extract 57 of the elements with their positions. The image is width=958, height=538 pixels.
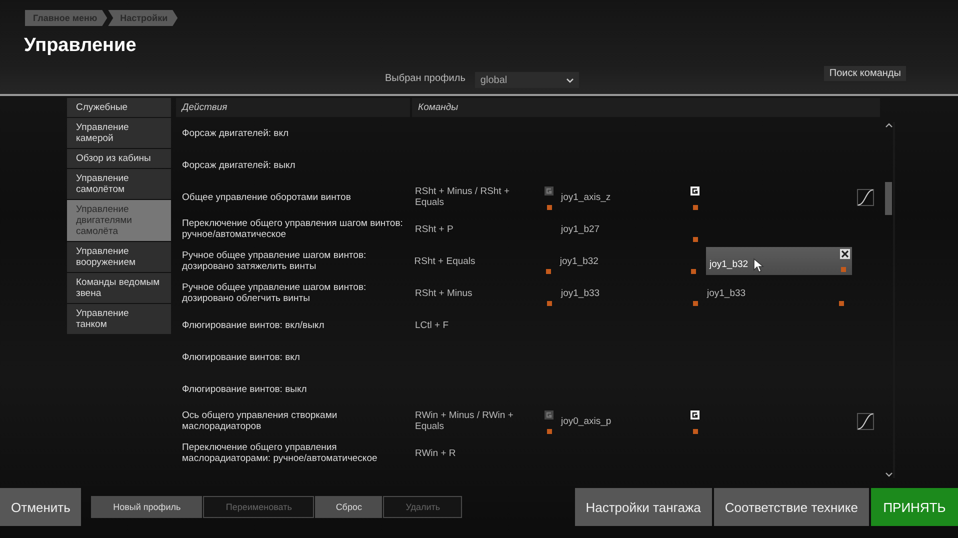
close-button[interactable] <box>840 249 850 259</box>
column-header: Действия <box>176 98 410 117</box>
close-icon <box>840 249 850 259</box>
binding-text[interactable]: RWin + R <box>415 448 456 458</box>
sidebar-item[interactable]: Управление камерой <box>67 118 171 148</box>
search-command-button[interactable]: Поиск команды <box>824 66 906 80</box>
binding-field[interactable]: joy1_b32 <box>706 247 852 275</box>
footer-button[interactable]: Отменить <box>0 488 82 526</box>
sidebar-item[interactable]: Управление танком <box>67 304 171 334</box>
action-label: Форсаж двигателей: выкл <box>181 158 296 172</box>
footer-button[interactable]: Настройки тангажа <box>574 488 712 526</box>
toggle-icon[interactable] <box>544 186 554 196</box>
footer-button[interactable]: Соответствие технике <box>714 488 869 526</box>
binding-text[interactable]: RWin + Minus / RWin + Equals <box>415 410 540 432</box>
binding-text[interactable]: joy1_b33 <box>707 288 746 298</box>
binding-text[interactable]: LCtl + F <box>415 320 449 330</box>
profile-dropdown[interactable]: global <box>475 72 580 88</box>
cursor-icon <box>753 258 764 272</box>
scrollbar-thumb[interactable] <box>885 182 892 215</box>
toggle-icon[interactable] <box>544 410 554 420</box>
action-label: Флюгирование винтов: выкл <box>181 382 308 396</box>
action-label: Переключение общего управления маслорадиаторами: ручное/автоматическое <box>181 441 378 466</box>
action-label: Флюгирование винтов: вкл/выкл <box>181 318 326 332</box>
sidebar-item[interactable]: Обзор из кабины <box>67 149 171 168</box>
binding-text[interactable]: RSht + Minus / RSht + Equals <box>415 186 540 208</box>
action-label: Флюгирование винтов: вкл <box>181 350 301 364</box>
action-label: Ось общего управления створками маслорадиаторов <box>181 409 338 434</box>
column-header: Команды <box>412 98 880 117</box>
footer-button[interactable]: Новый профиль <box>91 496 202 518</box>
page-title: Управление <box>24 35 136 57</box>
curve-icon[interactable] <box>857 412 874 430</box>
scroll-down-icon[interactable] <box>884 472 892 478</box>
action-label: Переключение общего управления шагом винтов: ручное/автоматическое <box>181 217 404 242</box>
footer-button[interactable]: ПРИНЯТЬ <box>871 488 958 526</box>
binding-text[interactable]: RSht + Equals <box>414 256 476 266</box>
binding-text[interactable]: joy1_b27 <box>561 224 600 234</box>
sidebar-item[interactable]: Управление самолётом <box>67 169 171 199</box>
profile-label: Выбран профиль <box>385 72 466 84</box>
action-label: Ручное общее управление шагом винтов: дозировано затяжелить винты <box>181 249 368 274</box>
toggle-icon[interactable] <box>690 186 700 196</box>
toggle-icon[interactable] <box>690 410 700 420</box>
action-label: Ручное общее управление шагом винтов: дозировано облегчить винты <box>181 281 368 306</box>
action-label: Форсаж двигателей: вкл <box>181 126 290 140</box>
binding-text[interactable]: joy1_axis_z <box>561 192 611 202</box>
sidebar-item[interactable]: Служебные <box>67 98 171 117</box>
binding-text[interactable]: joy1_b33 <box>561 288 600 298</box>
binding-text[interactable]: joy0_axis_p <box>561 416 612 426</box>
chevron-down-icon <box>566 78 574 82</box>
binding-text[interactable]: RSht + Minus <box>415 288 472 298</box>
scroll-up-icon[interactable] <box>884 122 892 128</box>
footer-button[interactable]: Сброс <box>315 496 382 518</box>
curve-icon[interactable] <box>857 188 874 206</box>
action-label: Общее управление оборотами винтов <box>181 190 352 204</box>
sidebar-item[interactable]: Управление вооружением <box>67 242 171 272</box>
sidebar-item[interactable]: Команды ведомым звена <box>67 273 171 303</box>
binding-text[interactable]: joy1_b32 <box>560 256 598 266</box>
binding-text[interactable]: RSht + P <box>415 224 454 234</box>
